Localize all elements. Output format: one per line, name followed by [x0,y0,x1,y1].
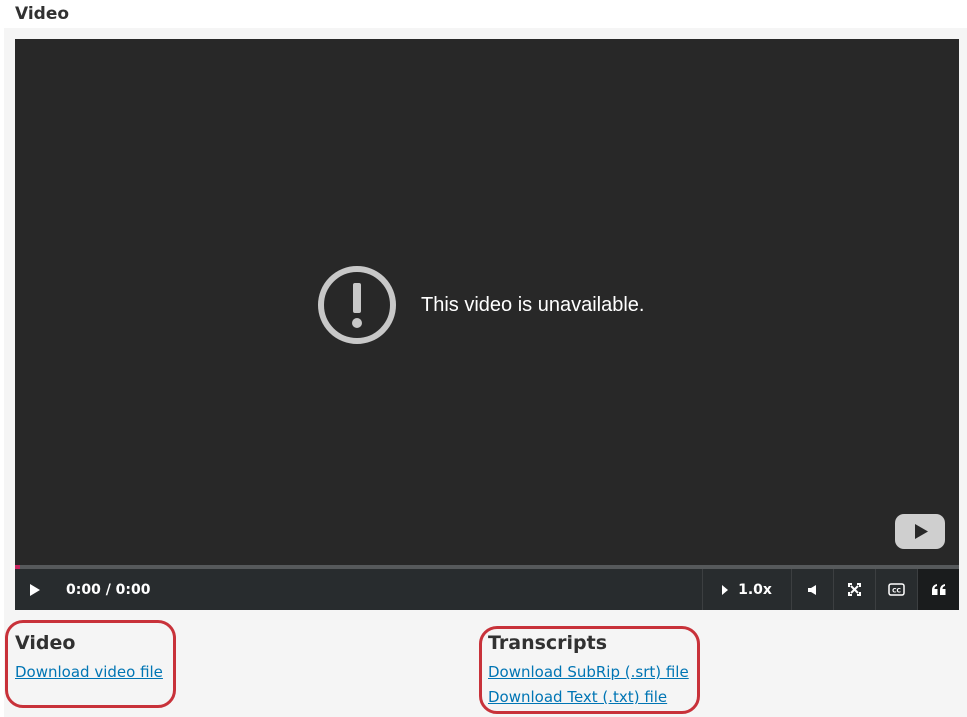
transcripts-heading: Transcripts [488,632,608,654]
play-button[interactable] [15,569,55,610]
youtube-logo-icon[interactable] [895,514,945,549]
caret-right-icon [722,584,729,595]
speed-button[interactable]: 1.0x [702,569,791,610]
alert-circle-icon [318,266,396,344]
cc-icon: CC [888,583,905,596]
download-srt-link[interactable]: Download SubRip (.srt) file [488,660,689,685]
video-player[interactable]: This video is unavailable. 0:00 / 0:00 1… [15,39,959,610]
download-video-link[interactable]: Download video file [15,660,163,685]
quote-icon [931,584,945,595]
video-download-heading: Video [15,632,76,654]
video-download-section: Video Download video file [15,632,163,685]
captions-button[interactable]: CC [875,569,917,610]
volume-icon [807,584,816,595]
speed-label: 1.0x [738,581,772,598]
time-display: 0:00 / 0:00 [66,581,151,598]
play-icon [30,583,40,596]
transcripts-download-section: Transcripts Download SubRip (.srt) file … [488,632,689,710]
transcript-button[interactable] [917,569,959,610]
fullscreen-button[interactable] [833,569,875,610]
video-module: This video is unavailable. 0:00 / 0:00 1… [4,28,967,717]
control-bar: 0:00 / 0:00 1.0x CC [15,569,959,610]
unavailable-message: This video is unavailable. [421,293,645,316]
download-txt-link[interactable]: Download Text (.txt) file [488,685,689,710]
unavailable-notice: This video is unavailable. [317,265,644,345]
volume-button[interactable] [791,569,833,610]
svg-text:CC: CC [892,587,901,594]
page-title: Video [15,4,70,24]
fullscreen-icon [848,583,861,596]
